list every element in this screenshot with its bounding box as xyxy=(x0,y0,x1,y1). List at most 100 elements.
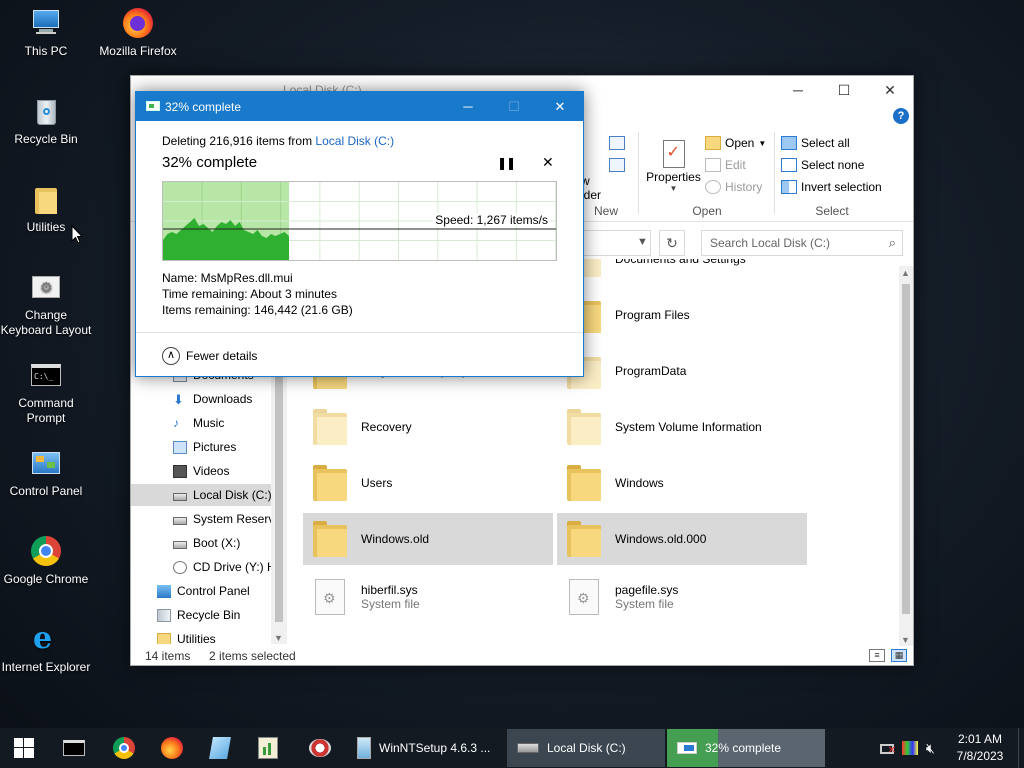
select-none-button[interactable]: Select none xyxy=(781,158,864,172)
nav-item[interactable]: Pictures xyxy=(131,436,285,458)
folder-item[interactable]: System Volume Information xyxy=(557,401,807,453)
close-button[interactable]: ✕ xyxy=(867,76,913,104)
desktop-icon-label: This PC xyxy=(24,44,68,58)
large-icons-view-icon[interactable]: ▦ xyxy=(891,649,907,662)
display-icon[interactable] xyxy=(902,741,918,755)
chevron-up-icon: ∧ xyxy=(162,347,180,365)
history-button[interactable]: History xyxy=(705,180,762,194)
folder-item[interactable]: Program Files xyxy=(557,289,807,341)
minimize-button[interactable]: ─ xyxy=(775,76,821,104)
nav-item[interactable]: Local Disk (C:) xyxy=(131,484,285,506)
taskbar-firefox[interactable] xyxy=(150,728,194,768)
folder-item[interactable]: Windows xyxy=(557,457,807,509)
file-item[interactable]: hiberfil.sysSystem file xyxy=(303,571,553,623)
cancel-button[interactable]: ✕ xyxy=(542,154,554,171)
copy-path-icon[interactable] xyxy=(609,136,625,150)
minimize-button[interactable]: ─ xyxy=(445,92,491,121)
properties-button[interactable]: ✓ Properties ▼ xyxy=(646,132,701,198)
taskbar-winntsetup[interactable]: WinNTSetup 4.6.3 ... xyxy=(347,729,505,767)
scroll-up-icon[interactable]: ▲ xyxy=(901,268,910,278)
edit-button[interactable]: Edit xyxy=(705,158,746,172)
select-all-button[interactable]: Select all xyxy=(781,136,850,150)
file-name: Recovery xyxy=(361,420,412,434)
desktop-icon-firefox[interactable]: Mozilla Firefox xyxy=(92,8,184,59)
desktop-icon-this-pc[interactable]: This PC xyxy=(0,8,92,59)
select-none-icon xyxy=(781,158,797,172)
nav-item[interactable]: Videos xyxy=(131,460,285,482)
internet-explorer-icon: e xyxy=(33,621,53,656)
desktop-icon-label: Command Prompt xyxy=(18,396,74,425)
help-icon[interactable]: ? xyxy=(893,108,909,124)
edit-icon xyxy=(705,158,721,172)
properties-icon: ✓ xyxy=(662,140,685,168)
desktop-icon-google-chrome[interactable]: Google Chrome xyxy=(0,536,92,587)
desktop-icon-recycle-bin[interactable]: Recycle Bin xyxy=(0,96,92,147)
drive-icon xyxy=(173,517,187,525)
file-name: hiberfil.sys xyxy=(361,583,418,597)
maximize-button[interactable]: ☐ xyxy=(821,76,867,104)
taskbar-app-label: 32% complete xyxy=(705,741,782,755)
new-folder-label-part[interactable]: lder xyxy=(581,188,601,202)
close-button[interactable]: ✕ xyxy=(537,92,583,121)
nav-item[interactable]: ⬇ Downloads xyxy=(131,388,285,410)
details-view-icon[interactable]: ≡ xyxy=(869,649,885,662)
pause-button[interactable]: ❚❚ xyxy=(497,156,516,170)
maximize-button[interactable]: ☐ xyxy=(491,92,537,121)
fewer-details-button[interactable]: ∧ Fewer details xyxy=(162,347,257,365)
search-input[interactable]: Search Local Disk (C:) ⌕ xyxy=(701,230,903,256)
clock-date: 7/8/2023 xyxy=(956,749,1004,763)
volume-muted-icon[interactable]: 🔇︎ xyxy=(926,740,935,757)
taskbar-command-prompt[interactable] xyxy=(52,728,96,768)
easy-access-icon[interactable] xyxy=(609,158,625,172)
nav-item[interactable]: Control Panel xyxy=(131,580,285,602)
nav-item[interactable]: Utilities xyxy=(131,628,285,644)
desktop-icon-change-keyboard-layout[interactable]: ⚙ Change Keyboard Layout xyxy=(0,272,92,338)
folder-item[interactable]: Windows.old.000 xyxy=(557,513,807,565)
nav-item[interactable]: CD Drive (Y:) H xyxy=(131,556,285,578)
clock[interactable]: 2:01 AM 7/8/2023 xyxy=(955,731,1005,765)
taskbar-app-chart[interactable] xyxy=(246,728,290,768)
show-desktop-button[interactable] xyxy=(1018,728,1024,768)
refresh-button[interactable]: ↻ xyxy=(659,230,685,256)
folder-icon xyxy=(567,519,603,559)
scroll-down-icon[interactable]: ▼ xyxy=(901,635,910,645)
content-scrollbar[interactable]: ▲ ▼ xyxy=(899,266,913,646)
nav-item[interactable]: Boot (X:) xyxy=(131,532,285,554)
nav-item[interactable]: Recycle Bin xyxy=(131,604,285,626)
taskbar-app-label: Local Disk (C:) xyxy=(547,741,626,755)
progress-title: 32% complete xyxy=(165,100,242,114)
keyboard-settings-icon: ⚙ xyxy=(30,272,62,304)
folder-item[interactable]: Windows.old xyxy=(303,513,553,565)
folder-item[interactable]: Documents and Settings xyxy=(557,259,807,285)
invert-selection-button[interactable]: Invert selection xyxy=(781,180,882,194)
nav-item-label: System Reserve xyxy=(193,512,282,526)
content-scroll-thumb[interactable] xyxy=(902,284,910,614)
start-button[interactable] xyxy=(0,728,48,768)
file-name: Users xyxy=(361,476,393,490)
search-placeholder: Search Local Disk (C:) xyxy=(710,236,831,250)
taskbar-local-disk[interactable]: Local Disk (C:) xyxy=(507,729,665,767)
open-button[interactable]: Open ▼ xyxy=(705,136,766,150)
desktop-icon-command-prompt[interactable]: C:\_ Command Prompt xyxy=(0,360,92,426)
file-name: ProgramData xyxy=(615,364,687,378)
drive-icon xyxy=(173,493,187,501)
file-item[interactable]: pagefile.sysSystem file xyxy=(557,571,807,623)
taskbar-app-tool[interactable] xyxy=(298,728,342,768)
folder-item[interactable]: ProgramData xyxy=(557,345,807,397)
folder-item[interactable]: Users xyxy=(303,457,553,509)
scroll-down-icon[interactable]: ▼ xyxy=(274,633,283,643)
file-name: Windows.old xyxy=(361,532,430,546)
progress-titlebar[interactable]: 32% complete ─ ☐ ✕ xyxy=(136,92,583,121)
nav-item[interactable]: System Reserve xyxy=(131,508,285,530)
desktop-icon-control-panel[interactable]: Control Panel xyxy=(0,448,92,499)
folder-item[interactable]: Recovery xyxy=(303,401,553,453)
taskbar-progress[interactable]: 32% complete xyxy=(667,729,825,767)
taskbar-app-notes[interactable] xyxy=(198,728,242,768)
chevron-down-icon[interactable]: ▼ xyxy=(637,236,648,248)
network-icon[interactable]: ✕ xyxy=(878,740,896,756)
nav-item[interactable]: ♪ Music xyxy=(131,412,285,434)
source-link[interactable]: Local Disk (C:) xyxy=(315,134,394,148)
taskbar-chrome[interactable] xyxy=(102,728,146,768)
desktop-icon-internet-explorer[interactable]: e Internet Explorer xyxy=(0,624,92,675)
file-type: System file xyxy=(615,597,674,611)
